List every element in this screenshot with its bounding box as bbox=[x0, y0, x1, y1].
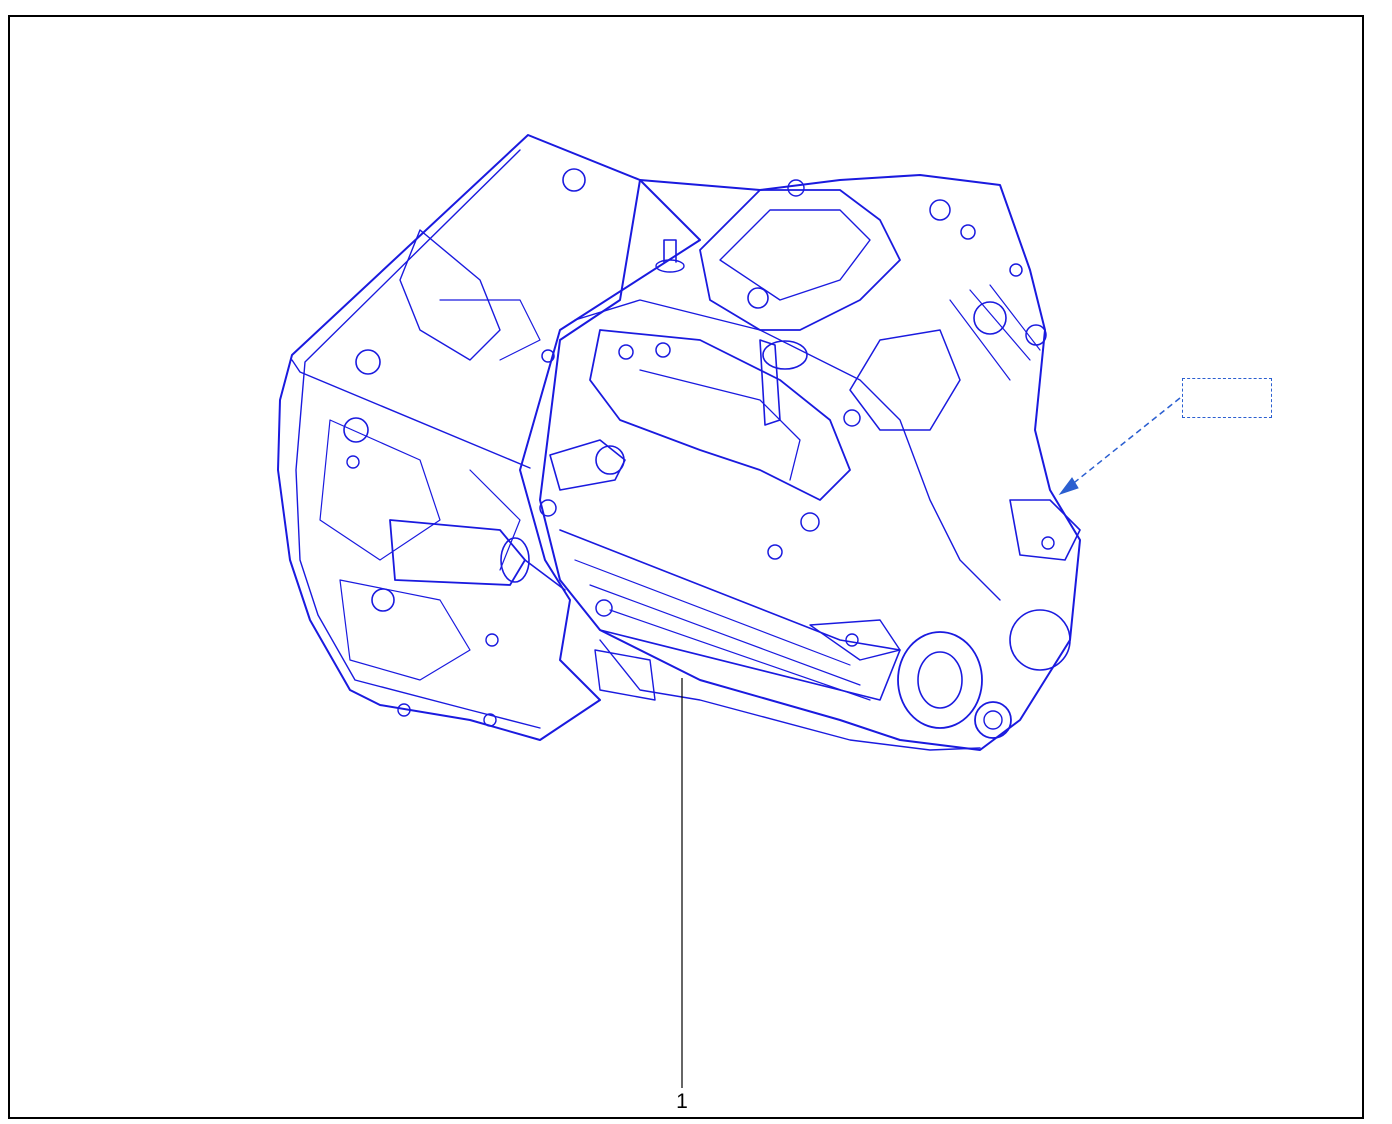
gear-case-outline bbox=[539, 174, 1081, 751]
shift-tower-top-face bbox=[719, 209, 871, 301]
gearbox-diagram bbox=[277, 134, 1181, 1088]
housing-boss-4 bbox=[371, 588, 395, 612]
differential-housing bbox=[849, 329, 961, 431]
drive-shaft-end bbox=[974, 701, 1012, 739]
sensor-connector bbox=[549, 439, 626, 491]
mount-bracket bbox=[1009, 499, 1081, 561]
housing-boss-5 bbox=[562, 168, 586, 192]
lower-bracket bbox=[809, 619, 901, 661]
gear-case-side-rail-2 bbox=[574, 559, 871, 701]
shift-tower bbox=[699, 189, 901, 331]
output-seal bbox=[1009, 609, 1071, 671]
output-flange bbox=[897, 631, 983, 729]
shift-lever-arm-2 bbox=[639, 369, 801, 481]
lower-case-edge bbox=[599, 639, 981, 751]
end-cover-bolt-2 bbox=[929, 199, 951, 221]
gear-case-side-rail bbox=[559, 529, 901, 701]
housing-rib-4 bbox=[339, 579, 471, 681]
shift-shaft-cap bbox=[762, 340, 808, 370]
shift-pivot-5 bbox=[618, 344, 634, 360]
shift-tower-hole bbox=[747, 287, 769, 309]
drive-shaft-end-inner bbox=[983, 710, 1003, 730]
output-bolt bbox=[845, 633, 859, 647]
shift-pivot-2 bbox=[843, 409, 861, 427]
shift-pivot-3 bbox=[800, 512, 820, 532]
housing-boss-3 bbox=[346, 455, 360, 469]
end-cover-bolt-4 bbox=[1009, 263, 1023, 277]
lower-case-cylinder bbox=[594, 649, 656, 701]
shift-pivot-4 bbox=[767, 544, 783, 560]
mount-bracket-hole bbox=[1041, 536, 1055, 550]
end-cover-bolt-3 bbox=[960, 224, 976, 240]
dashed-arrow-icon bbox=[1058, 397, 1181, 495]
sensor-body bbox=[595, 445, 625, 475]
gear-case-inner-edge bbox=[574, 299, 1001, 601]
gearbox-illustration bbox=[277, 134, 1081, 751]
housing-boss-6 bbox=[485, 633, 499, 647]
bell-housing-flange bbox=[291, 359, 531, 469]
shift-tower-hole-2 bbox=[787, 179, 805, 197]
end-cover-bearing bbox=[973, 301, 1007, 335]
callout-number-1: 1 bbox=[676, 1090, 688, 1113]
housing-boss-1 bbox=[355, 349, 381, 375]
housing-boss-2 bbox=[343, 417, 369, 443]
output-flange-inner bbox=[917, 651, 963, 709]
housing-rib-1 bbox=[399, 229, 501, 361]
reference-box bbox=[1182, 378, 1272, 418]
shift-pivot-1 bbox=[655, 342, 671, 358]
housing-rib-3 bbox=[319, 419, 441, 561]
housing-rib-5 bbox=[469, 469, 521, 571]
lower-case-boss bbox=[595, 599, 613, 617]
